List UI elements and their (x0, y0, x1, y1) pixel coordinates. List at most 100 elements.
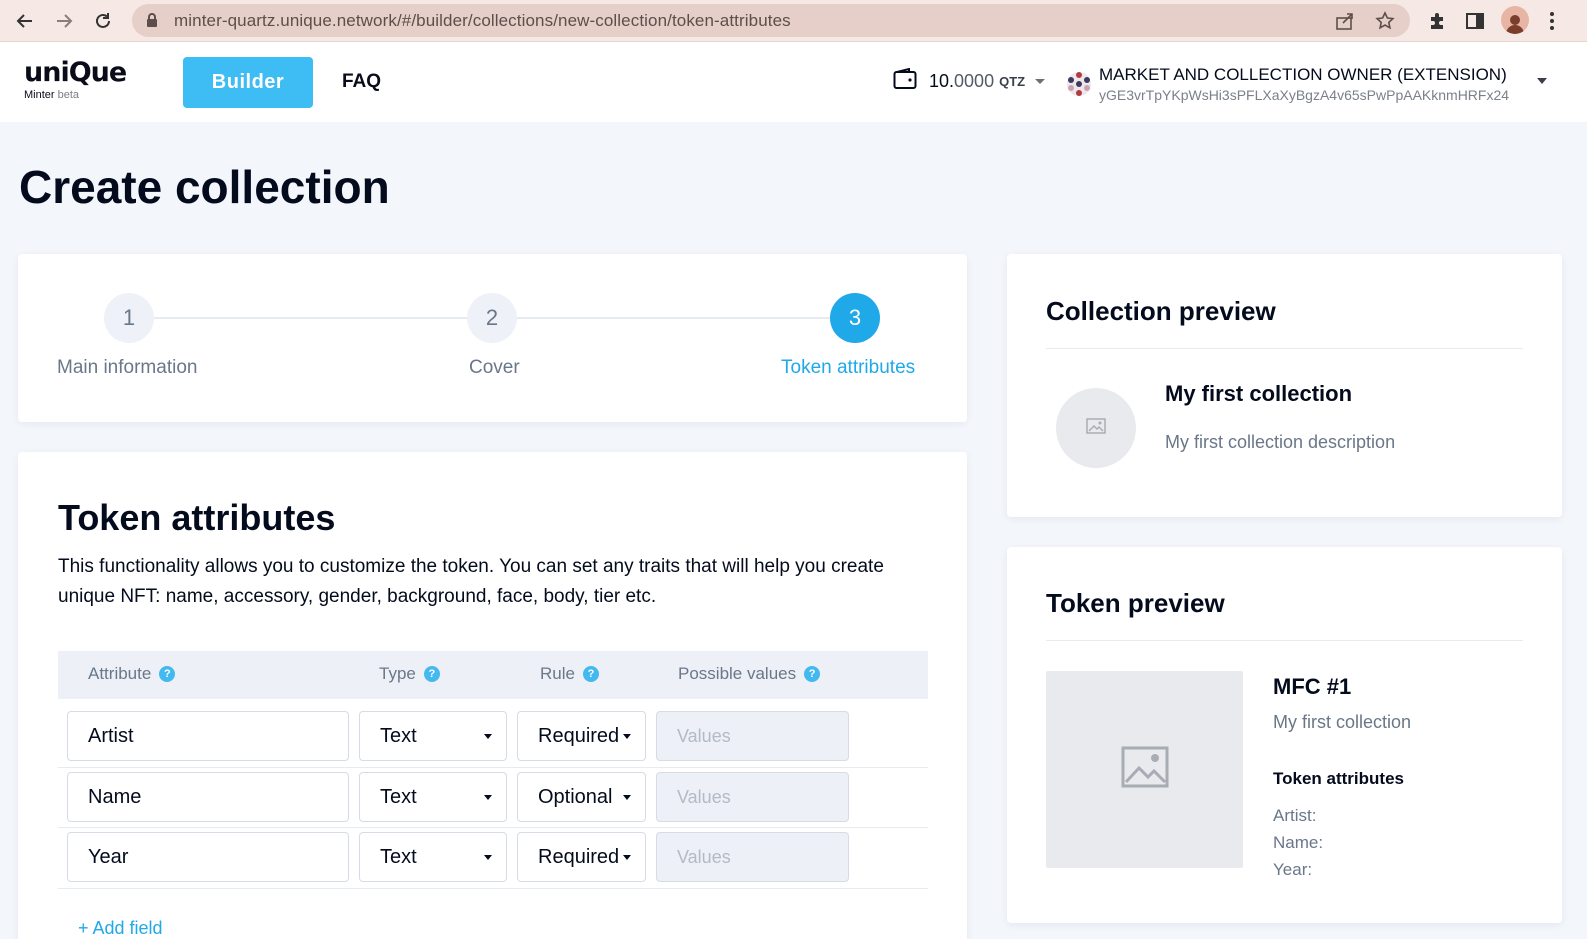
attribute-name-input[interactable]: Name (67, 772, 349, 822)
faq-link[interactable]: FAQ (342, 71, 381, 93)
attribute-rule-select[interactable]: Required (517, 711, 646, 761)
account-address: yGE3vrTpYKpWsHi3sPFLXaXyBgzA4v65sPwPpAAK… (1099, 87, 1510, 103)
question-icon[interactable]: ? (423, 666, 440, 682)
column-header-rule: Rule ? (540, 664, 599, 684)
column-rule-label: Rule (540, 664, 575, 683)
collection-description: My first collection description (1165, 432, 1396, 452)
question-icon[interactable]: ? (159, 666, 176, 682)
possible-values-input[interactable]: Values (656, 832, 849, 882)
wallet-currency: QTZ (999, 74, 1026, 89)
share-icon[interactable] (1335, 11, 1355, 36)
collection-cover-placeholder (1056, 388, 1136, 468)
step-1-label[interactable]: Main information (57, 357, 197, 379)
wallet-caret-icon (1035, 79, 1046, 84)
unique-logo[interactable]: uniQue Minter beta (24, 57, 127, 101)
attribute-type-select[interactable]: Text (359, 711, 507, 761)
address-bar[interactable]: minter-quartz.unique.network/#/builder/c… (132, 4, 1410, 37)
token-attribute-year: Year: (1273, 860, 1313, 879)
rule-select-value: Required (538, 845, 620, 868)
step-2-label[interactable]: Cover (469, 357, 520, 379)
app-header: uniQue Minter beta Builder FAQ 10.0000 Q… (0, 42, 1587, 122)
caret-down-icon (623, 795, 631, 800)
logo-beta-text: beta (57, 89, 80, 101)
token-attributes-heading: Token attributes (1273, 769, 1404, 788)
collection-name: My first collection (1165, 381, 1353, 406)
token-attribute-name: Name: (1273, 833, 1324, 852)
column-attribute-label: Attribute (88, 664, 152, 683)
attributes-table-header: Attribute ? Type ? Rule ? Possible value… (58, 651, 928, 699)
column-header-type: Type ? (379, 664, 440, 684)
profile-avatar-icon[interactable] (1501, 6, 1529, 34)
question-icon[interactable]: ? (582, 666, 599, 682)
type-select-value: Text (380, 785, 417, 808)
logo-wordmark: uniQue (24, 57, 127, 88)
logo-sub-text: Minter (24, 89, 55, 101)
caret-down-icon (623, 734, 631, 739)
add-field-link[interactable]: + Add field (78, 918, 163, 939)
reload-icon[interactable] (88, 6, 118, 36)
token-name: MFC #1 (1273, 674, 1352, 699)
image-icon (1086, 417, 1106, 439)
column-values-label: Possible values (678, 664, 797, 683)
preview-divider (1046, 640, 1523, 641)
row-divider (58, 827, 928, 828)
attribute-name-input[interactable]: Year (67, 832, 349, 882)
stepper-card: 1 2 3 Main information Cover Token attri… (18, 254, 967, 422)
wallet-balance[interactable]: 10.0000 QTZ (893, 67, 1046, 95)
column-header-attribute: Attribute ? (88, 664, 176, 684)
attribute-rule-select[interactable]: Required (517, 832, 646, 882)
type-select-value: Text (380, 724, 417, 747)
column-header-values: Possible values ? (678, 664, 821, 684)
wallet-icon (893, 67, 917, 95)
attribute-type-select[interactable]: Text (359, 832, 507, 882)
row-divider (58, 888, 928, 889)
account-caret-icon[interactable] (1537, 78, 1547, 84)
kebab-menu-icon[interactable] (1537, 6, 1567, 36)
attribute-type-select[interactable]: Text (359, 772, 507, 822)
step-3-circle[interactable]: 3 (830, 293, 880, 343)
rule-select-value: Optional (538, 785, 613, 808)
token-collection-name: My first collection (1273, 712, 1412, 732)
type-select-value: Text (380, 845, 417, 868)
forward-arrow-icon[interactable] (49, 6, 79, 36)
token-attributes-title: Token attributes (58, 497, 336, 538)
step-2-circle[interactable]: 2 (467, 293, 517, 343)
caret-down-icon (484, 855, 492, 860)
attribute-rule-select[interactable]: Optional (517, 772, 646, 822)
lock-icon (146, 12, 158, 33)
rule-select-value: Required (538, 724, 620, 747)
account-identicon-icon (1066, 71, 1092, 97)
possible-values-input[interactable]: Values (656, 772, 849, 822)
page-title: Create collection (19, 161, 390, 213)
account-name: MARKET AND COLLECTION OWNER (EXTENSION) (1099, 65, 1507, 84)
star-icon[interactable] (1375, 11, 1395, 36)
token-preview-title: Token preview (1046, 588, 1225, 618)
image-icon (1121, 746, 1169, 793)
logo-subtitle: Minter beta (24, 89, 126, 101)
step-3-label[interactable]: Token attributes (781, 357, 915, 379)
attribute-name-input[interactable]: Artist (67, 711, 349, 761)
side-panel-icon[interactable] (1460, 6, 1490, 36)
token-attribute-artist: Artist: (1273, 806, 1317, 825)
possible-values-input[interactable]: Values (656, 711, 849, 761)
column-type-label: Type (379, 664, 416, 683)
token-image-placeholder (1046, 671, 1243, 868)
caret-down-icon (484, 734, 492, 739)
browser-toolbar: minter-quartz.unique.network/#/builder/c… (0, 0, 1587, 42)
wallet-amount: 10.0000 (929, 71, 995, 91)
token-preview-card: Token preview MFC #1 My first collection… (1007, 547, 1562, 923)
description-line-1: This functionality allows you to customi… (58, 556, 884, 577)
row-divider (58, 767, 928, 768)
step-1-circle[interactable]: 1 (104, 293, 154, 343)
caret-down-icon (623, 855, 631, 860)
token-attributes-description: This functionality allows you to customi… (58, 552, 938, 612)
description-line-2: unique NFT: name, accessory, gender, bac… (58, 586, 657, 607)
caret-down-icon (484, 795, 492, 800)
builder-button[interactable]: Builder (183, 57, 313, 108)
collection-preview-card: Collection preview My first collection M… (1007, 254, 1562, 517)
url-text: minter-quartz.unique.network/#/builder/c… (174, 11, 791, 30)
preview-divider (1046, 348, 1523, 349)
back-arrow-icon[interactable] (10, 6, 40, 36)
question-icon[interactable]: ? (804, 666, 821, 682)
puzzle-icon[interactable] (1422, 6, 1452, 36)
